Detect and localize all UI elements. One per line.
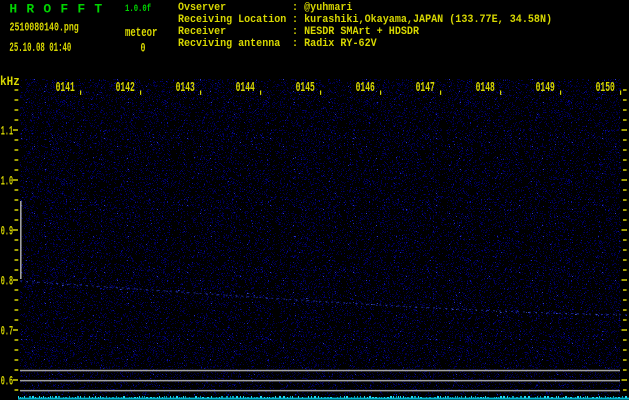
svg-text:1.0.0f: 1.0.0f — [125, 2, 151, 15]
svg-text:0.7: 0.7 — [1, 326, 13, 340]
svg-text:0.8: 0.8 — [1, 276, 13, 290]
svg-text:0147: 0147 — [416, 81, 435, 96]
svg-text:0.9: 0.9 — [1, 226, 13, 240]
svg-text:: @yuhmari: : @yuhmari — [292, 2, 352, 15]
svg-text:0: 0 — [141, 42, 146, 56]
svg-text:0.6: 0.6 — [1, 376, 13, 390]
svg-text:25.10.08 01:40: 25.10.08 01:40 — [9, 41, 71, 56]
svg-text:: kurashiki,Okayama,JAPAN (133: : kurashiki,Okayama,JAPAN (133.77E, 34.5… — [292, 14, 552, 27]
svg-text:0143: 0143 — [176, 81, 195, 96]
svg-text:1.1: 1.1 — [1, 126, 13, 140]
svg-text:HROFFT: HROFFT — [9, 1, 111, 16]
svg-text:meteor: meteor — [125, 27, 157, 41]
svg-text:: NESDR SMArt + HDSDR: : NESDR SMArt + HDSDR — [292, 26, 420, 39]
svg-text:Receiver: Receiver — [178, 26, 226, 39]
svg-text:: Radix RY-62V: : Radix RY-62V — [292, 38, 377, 51]
svg-text:kHz: kHz — [0, 74, 20, 89]
svg-text:1.0: 1.0 — [1, 176, 13, 190]
svg-text:2510080140.png: 2510080140.png — [10, 21, 79, 35]
svg-text:0146: 0146 — [356, 81, 375, 96]
svg-text:0142: 0142 — [116, 81, 135, 96]
svg-text:0150: 0150 — [596, 81, 615, 96]
svg-text:Recviving antenna: Recviving antenna — [178, 38, 281, 51]
svg-text:0149: 0149 — [536, 81, 555, 96]
svg-text:0144: 0144 — [236, 81, 255, 96]
svg-text:0145: 0145 — [296, 81, 315, 96]
svg-text:Ovserver: Ovserver — [178, 2, 226, 15]
svg-text:0148: 0148 — [476, 81, 495, 96]
svg-text:0141: 0141 — [56, 81, 75, 96]
svg-text:Receiving Location: Receiving Location — [178, 14, 286, 27]
